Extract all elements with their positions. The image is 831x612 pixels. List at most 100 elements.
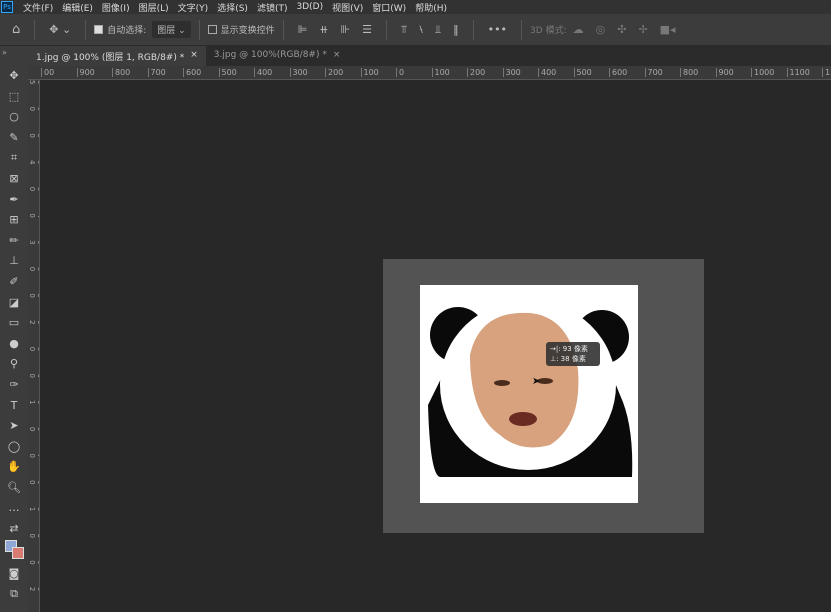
menu-file[interactable]: 文件(F)	[23, 1, 53, 14]
distribute-icon[interactable]: ☰	[362, 23, 372, 36]
stamp-tool-icon[interactable]: ⊥	[9, 251, 19, 272]
ruler-tick-label: 200	[467, 68, 485, 77]
tab-label: 1.jpg @ 100% (图层 1, RGB/8#) *	[36, 53, 185, 63]
tab-1jpg[interactable]: 1.jpg @ 100% (图层 1, RGB/8#) * ×	[28, 46, 206, 66]
ruler-tick-label: 100	[431, 68, 450, 77]
zoom-tool-icon[interactable]: 🔍︎	[7, 478, 21, 499]
auto-select-label: 自动选择:	[107, 26, 147, 36]
ruler-tick-label: 900	[76, 68, 95, 77]
menu-image[interactable]: 图像(I)	[102, 1, 130, 14]
blur-tool-icon[interactable]: ●	[9, 334, 19, 355]
color-swatches[interactable]	[3, 539, 25, 564]
menu-layer[interactable]: 图层(L)	[139, 1, 169, 14]
distribute-vertical-icon[interactable]: ‖	[453, 23, 459, 36]
align-middle-icon[interactable]: ⧷	[419, 23, 423, 37]
brush-tool-icon[interactable]: ✏	[9, 231, 18, 252]
ruler-tick-label: 1000	[751, 68, 774, 77]
ruler-tick-label: 300	[289, 68, 308, 77]
ruler-tick-label: 700	[644, 68, 663, 77]
readout-x: →|: 93 像素	[550, 345, 588, 353]
dodge-tool-icon[interactable]: ⚲	[10, 354, 18, 375]
ruler-tick-label: 500	[218, 68, 237, 77]
ruler-tick-label: 00	[41, 68, 54, 77]
tab-close-icon[interactable]: ×	[190, 50, 198, 62]
ruler-vertical: 5 0 0 4 0 0 3 0 0 2 0 0 1 0 0 0 1 0 0 2 …	[28, 80, 40, 612]
marquee-tool-icon[interactable]: ⬚	[9, 87, 19, 108]
eyedropper-tool-icon[interactable]: ✒	[9, 190, 18, 211]
move-tool-icon[interactable]: ✥	[9, 66, 18, 87]
align-top-icon[interactable]: ⫪	[401, 23, 407, 37]
path-select-tool-icon[interactable]: ➤	[9, 416, 18, 437]
menu-3d[interactable]: 3D(D)	[296, 2, 323, 12]
3d-slide-icon[interactable]: ✢	[638, 23, 647, 36]
menu-type[interactable]: 文字(Y)	[178, 1, 209, 14]
ruler-tick-label: 500	[573, 68, 592, 77]
ruler-tick-label: 900	[715, 68, 734, 77]
ruler-tick-label: 1200	[822, 68, 831, 77]
quick-mask-icon[interactable]: ◙	[9, 564, 20, 585]
readout-y: ⊥: 38 像素	[550, 355, 586, 363]
move-tool-icon[interactable]: ✥ ⌄	[49, 23, 71, 36]
tab-close-icon[interactable]: ×	[333, 50, 341, 62]
align-bottom-icon[interactable]: ⫫	[435, 23, 441, 37]
ruler-tick-label: 600	[183, 68, 201, 77]
image-layer[interactable]	[420, 285, 638, 503]
tools-panel: ✥ ⬚ ○ ✎ ⌗ ⊠ ✒ ⊞ ✏ ⊥ ✐ ◪ ▭ ● ⚲ ✑ T ➤ ◯ ✋ …	[0, 66, 28, 612]
more-button[interactable]: •••	[488, 23, 507, 36]
ruler-tick-label: 0	[396, 68, 404, 77]
screen-mode-icon[interactable]: ⧉	[10, 584, 18, 605]
menu-filter[interactable]: 滤镜(T)	[257, 1, 288, 14]
frame-tool-icon[interactable]: ⊠	[9, 169, 18, 190]
ruler-tick-label: 800	[680, 68, 698, 77]
ruler-horizontal: 00 900 800 700 600 500 400 300 200 100 0 100 200 300 4…	[28, 66, 831, 80]
menu-window[interactable]: 窗口(W)	[372, 1, 406, 14]
align-left-icon[interactable]: ⊫	[298, 23, 308, 36]
cursor-arrow-icon: ➤	[532, 376, 541, 387]
auto-select-value: 图层	[157, 26, 176, 36]
3d-roll-icon[interactable]: ◎	[596, 23, 606, 36]
align-right-icon[interactable]: ⊪	[341, 23, 351, 36]
home-icon[interactable]: ⌂	[12, 22, 20, 37]
3d-mode-label: 3D 模式:	[530, 26, 567, 36]
shape-tool-icon[interactable]: ◯	[8, 437, 20, 458]
swap-colors-icon[interactable]: ⇄	[9, 519, 18, 540]
healing-tool-icon[interactable]: ⊞	[9, 210, 18, 231]
panda-meme-image	[428, 300, 634, 495]
menu-edit[interactable]: 编辑(E)	[62, 1, 93, 14]
panel-collapse-button[interactable]: »	[0, 46, 28, 66]
show-transform-checkbox[interactable]	[207, 25, 217, 34]
3d-pan-icon[interactable]: ✣	[617, 23, 626, 36]
history-brush-tool-icon[interactable]: ✐	[9, 272, 18, 293]
lasso-tool-icon[interactable]: ○	[9, 107, 19, 128]
menu-help[interactable]: 帮助(H)	[415, 1, 447, 14]
3d-orbit-icon[interactable]: ☁	[573, 23, 584, 36]
auto-select-checkbox[interactable]	[94, 25, 104, 34]
3d-camera-icon[interactable]: ■◂	[660, 23, 676, 36]
tab-3jpg[interactable]: 3.jpg @ 100%(RGB/8#) * ×	[206, 46, 349, 66]
tab-label: 3.jpg @ 100%(RGB/8#) *	[213, 50, 327, 60]
type-tool-icon[interactable]: T	[11, 396, 18, 417]
ruler-tick-label: 200	[325, 68, 343, 77]
show-transform-label: 显示变换控件	[220, 26, 275, 36]
ruler-tick-label: 300	[502, 68, 521, 77]
menu-view[interactable]: 视图(V)	[332, 1, 363, 14]
ruler-tick-label: 400	[538, 68, 556, 77]
gradient-tool-icon[interactable]: ▭	[9, 313, 19, 334]
menu-select[interactable]: 选择(S)	[217, 1, 248, 14]
auto-select-dropdown[interactable]: 图层 ⌄	[152, 21, 191, 38]
options-bar: ⌂ ✥ ⌄ 自动选择: 图层 ⌄ 显示变换控件 ⊫ ⧺ ⊪ ☰ ⫪ ⧷ ⫫ ‖ …	[0, 14, 831, 46]
transform-readout: →|: 93 像素 ⊥: 38 像素	[546, 342, 600, 366]
crop-tool-icon[interactable]: ⌗	[11, 148, 17, 169]
document-tabs: 1.jpg @ 100% (图层 1, RGB/8#) * × 3.jpg @ 1…	[28, 46, 831, 66]
align-center-icon[interactable]: ⧺	[319, 23, 328, 36]
ruler-tick-label: 600	[609, 68, 627, 77]
pen-tool-icon[interactable]: ✑	[9, 375, 18, 396]
ps-logo: Ps	[1, 1, 13, 13]
quick-select-tool-icon[interactable]: ✎	[9, 128, 18, 149]
ruler-tick-label: 1100	[786, 68, 810, 77]
more-tools-icon[interactable]: …	[9, 498, 20, 519]
hand-tool-icon[interactable]: ✋	[7, 457, 21, 478]
ruler-tick-label: 400	[254, 68, 272, 77]
ruler-tick-label: 100	[360, 68, 379, 77]
eraser-tool-icon[interactable]: ◪	[9, 293, 19, 314]
